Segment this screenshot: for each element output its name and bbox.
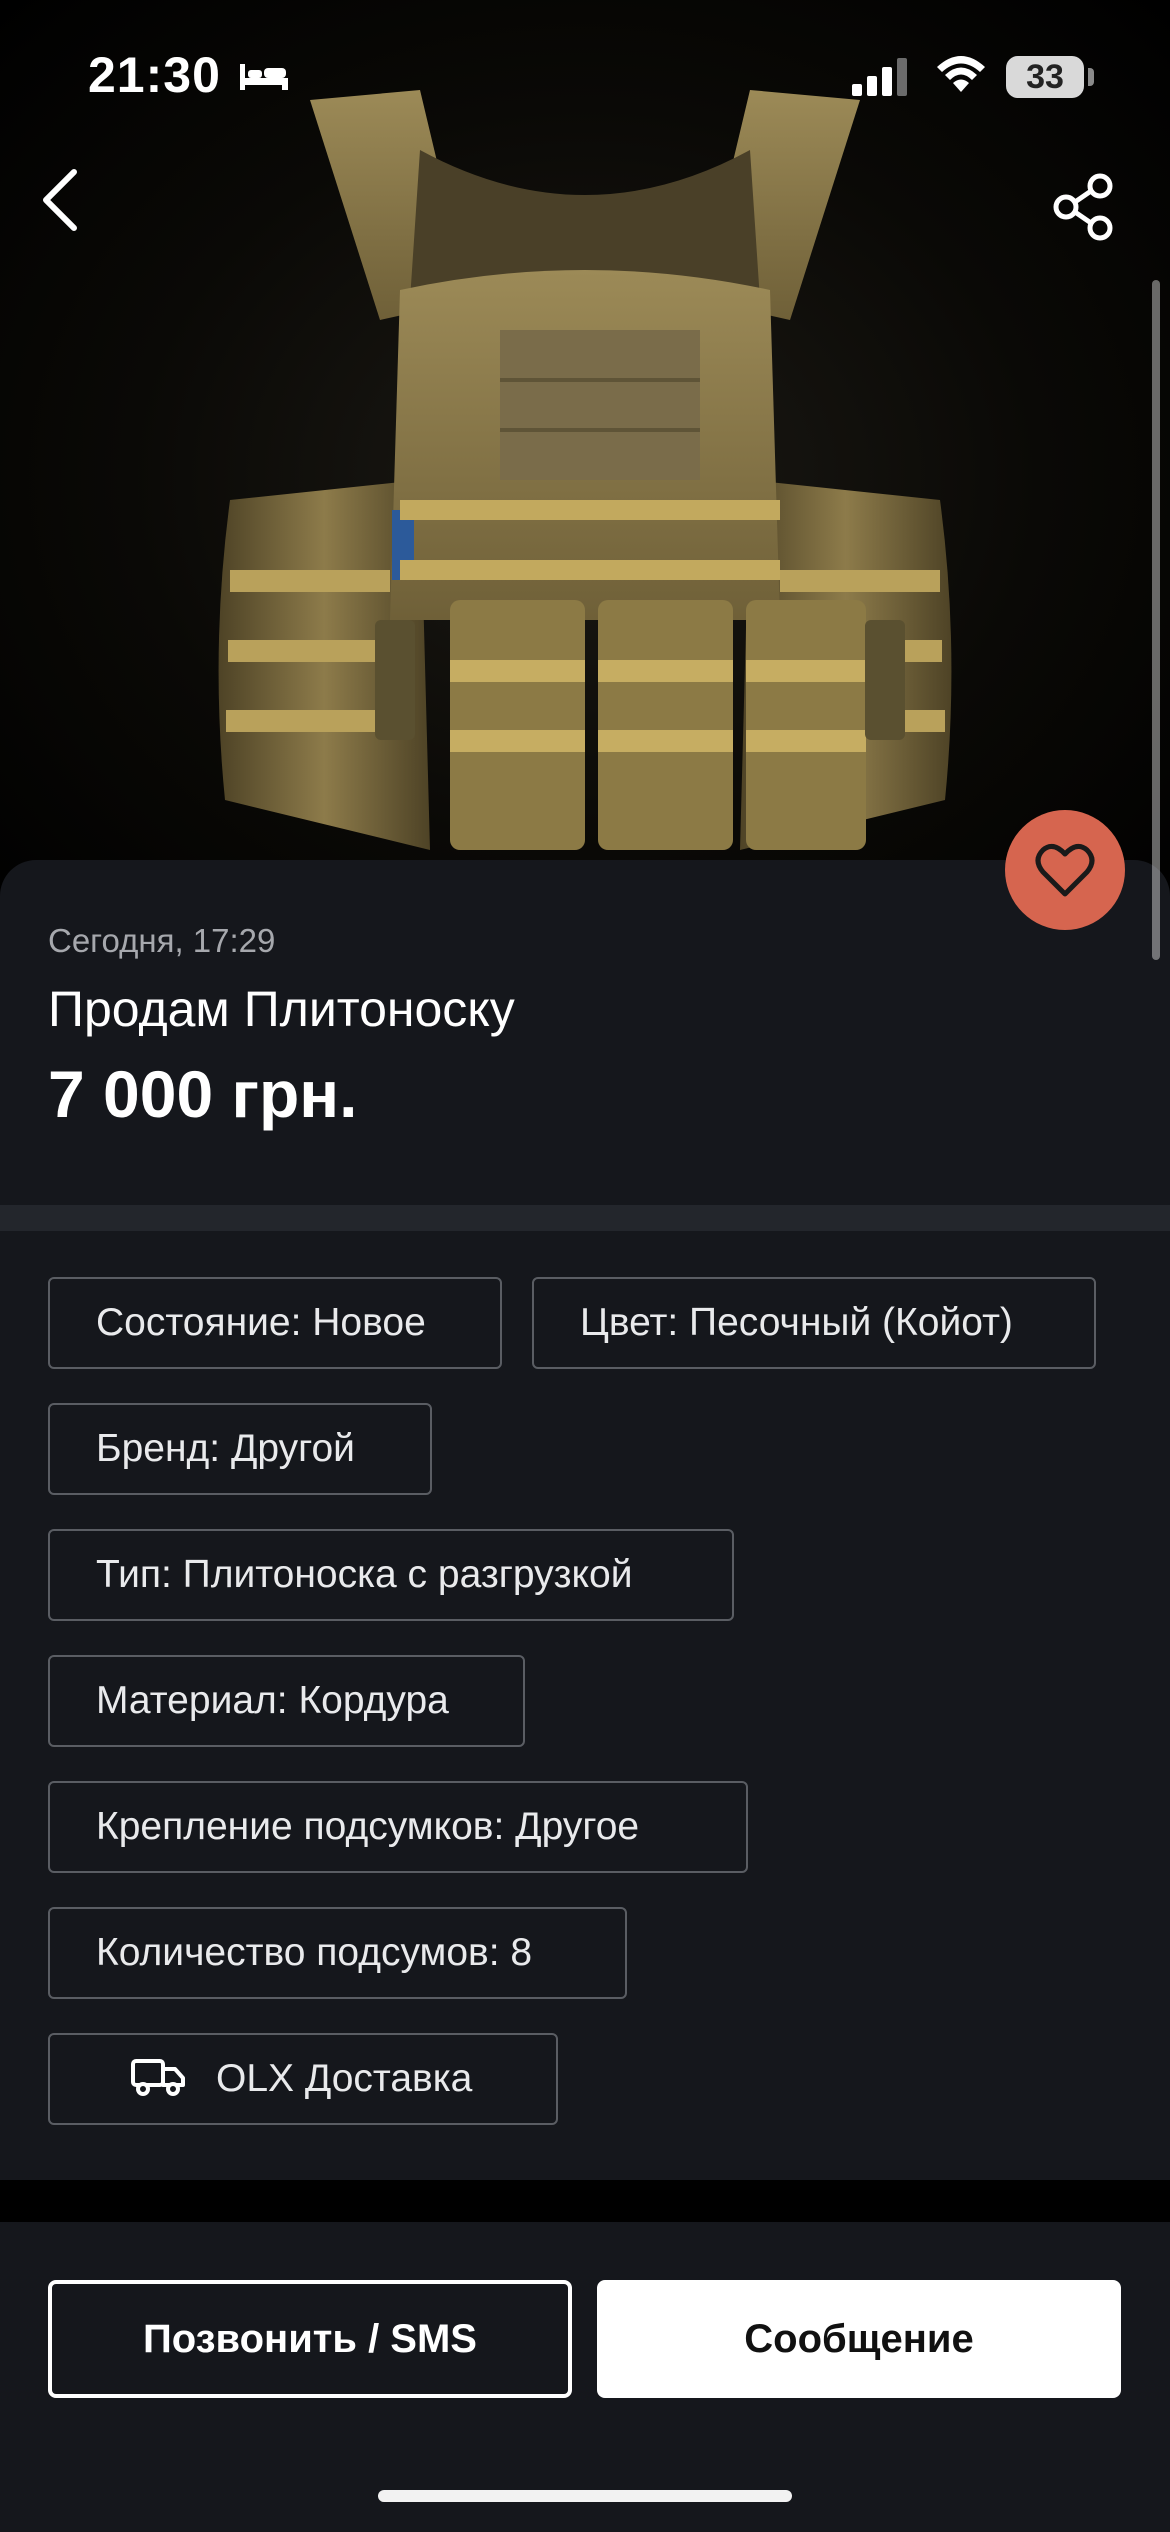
truck-icon bbox=[131, 2058, 185, 2096]
attribute-chip-material: Материал: Кордура bbox=[48, 1655, 525, 1747]
delivery-label: OLX Доставка bbox=[216, 2057, 473, 2100]
share-icon bbox=[1053, 173, 1113, 241]
attribute-chip-pouch-count: Количество подсумов: 8 bbox=[48, 1907, 627, 1999]
section-separator bbox=[0, 2180, 1170, 2222]
attribute-chip-color: Цвет: Песочный (Койот) bbox=[532, 1277, 1096, 1369]
chevron-left-icon bbox=[43, 169, 77, 231]
section-divider bbox=[0, 1205, 1170, 1231]
listing-date: Сегодня, 17:29 bbox=[48, 922, 276, 959]
message-button[interactable]: Сообщение bbox=[597, 2280, 1121, 2398]
status-time: 21:30 bbox=[88, 47, 221, 103]
scrollbar[interactable] bbox=[1152, 280, 1160, 960]
battery-icon: 33 bbox=[1006, 56, 1084, 98]
call-sms-button[interactable]: Позвонить / SMS bbox=[48, 2280, 572, 2398]
listing-price: 7 000 грн. bbox=[48, 1057, 358, 1131]
attribute-chip-mounting: Крепление подсумков: Другое bbox=[48, 1781, 748, 1873]
back-button[interactable] bbox=[30, 160, 90, 240]
share-button[interactable] bbox=[1050, 172, 1120, 242]
status-bar: 21:30 33 bbox=[0, 0, 1170, 150]
home-indicator bbox=[378, 2490, 792, 2502]
favorite-button[interactable] bbox=[1005, 810, 1125, 930]
wifi-icon bbox=[937, 56, 985, 92]
heart-icon bbox=[1035, 843, 1095, 897]
listing-title: Продам Плитоноску bbox=[48, 981, 515, 1037]
attribute-chip-brand: Бренд: Другой bbox=[48, 1403, 432, 1495]
attribute-chip-type: Тип: Плитоноска с разгрузкой bbox=[48, 1529, 734, 1621]
attribute-chip-condition: Состояние: Новое bbox=[48, 1277, 502, 1369]
delivery-chip[interactable]: OLX Доставка bbox=[48, 2033, 558, 2125]
battery-tip bbox=[1088, 68, 1094, 86]
signal-icon bbox=[852, 58, 907, 96]
bed-icon bbox=[240, 64, 288, 90]
